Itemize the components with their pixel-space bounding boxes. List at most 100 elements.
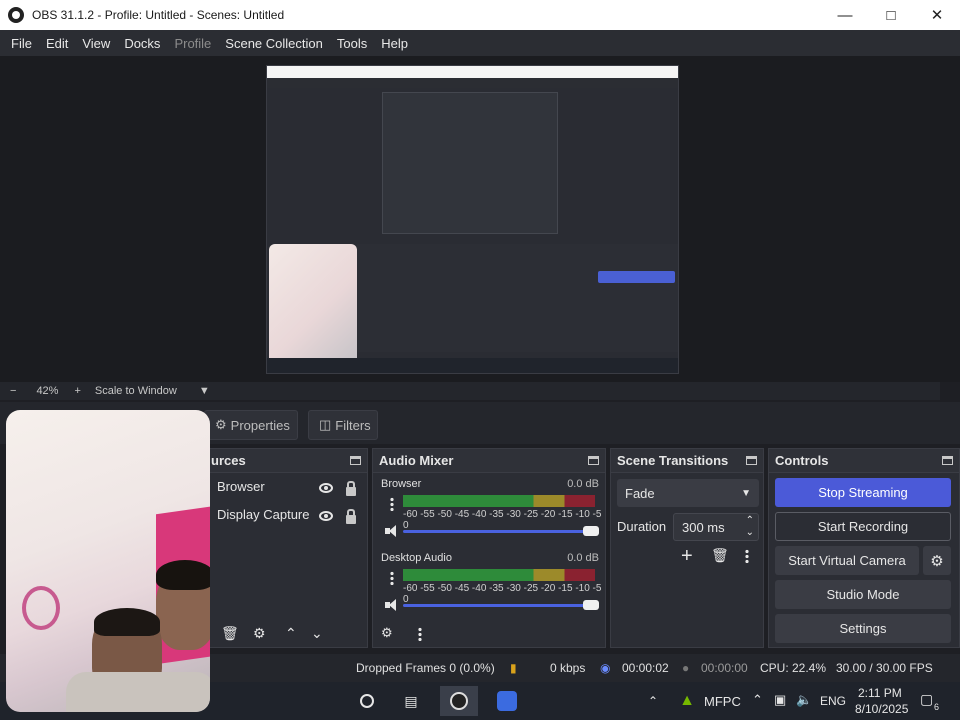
- clock-date[interactable]: 8/10/2025: [855, 702, 908, 716]
- chevron-up-icon[interactable]: ⌃: [746, 515, 754, 526]
- add-transition-icon[interactable]: +: [681, 545, 693, 568]
- signal-strength-icon: ▮: [510, 661, 517, 675]
- menu-file[interactable]: File: [4, 36, 39, 51]
- settings-button[interactable]: Settings: [775, 614, 951, 643]
- filters-button[interactable]: ◫ Filters: [308, 410, 378, 440]
- transition-menu-icon[interactable]: [745, 549, 749, 563]
- mixer-menu-icon[interactable]: [418, 627, 422, 641]
- webcam-overlay: [6, 410, 210, 712]
- fps: 30.00 / 30.00 FPS: [836, 661, 933, 675]
- menu-tools[interactable]: Tools: [330, 36, 374, 51]
- clock-time[interactable]: 2:11 PM: [858, 686, 902, 700]
- lock-icon[interactable]: [346, 509, 356, 524]
- meter-scale: -60 -55 -50 -45 -40 -35 -30 -25 -20 -15 …: [403, 509, 602, 531]
- language-indicator[interactable]: ENG: [820, 694, 846, 708]
- gear-icon[interactable]: ⚙: [253, 625, 266, 642]
- float-dock-icon[interactable]: [588, 456, 599, 465]
- obs-logo-icon: [8, 7, 24, 23]
- zoom-level: 42%: [36, 385, 59, 397]
- menu-docks[interactable]: Docks: [117, 36, 167, 51]
- stream-time: 00:00:02: [622, 661, 669, 675]
- zoom-out-button[interactable]: −: [10, 385, 16, 397]
- maximize-button[interactable]: □: [868, 0, 914, 30]
- sources-title: urces: [211, 453, 246, 468]
- source-item[interactable]: Display Capture: [217, 507, 310, 522]
- scale-mode[interactable]: Scale to Window: [95, 385, 177, 397]
- nvidia-icon[interactable]: ▲: [674, 689, 700, 713]
- preview-area[interactable]: [0, 56, 960, 382]
- move-up-icon[interactable]: ⌃: [285, 625, 297, 642]
- obs-taskbar-icon[interactable]: [440, 686, 478, 716]
- menu-help[interactable]: Help: [374, 36, 415, 51]
- lock-icon[interactable]: [346, 481, 356, 496]
- menu-scene-collection[interactable]: Scene Collection: [218, 36, 330, 51]
- mute-speaker-icon[interactable]: [385, 599, 399, 611]
- start-recording-button[interactable]: Start Recording: [775, 512, 951, 541]
- cpu-usage: CPU: 22.4%: [760, 661, 827, 675]
- mixer-track-name: Desktop Audio: [381, 552, 452, 564]
- audio-mixer-panel: Audio Mixer Browser 0.0 dB -60 -55 -50 -…: [372, 448, 606, 648]
- stop-streaming-button[interactable]: Stop Streaming: [775, 478, 951, 507]
- show-hidden-icons-icon[interactable]: ⌃: [640, 689, 666, 713]
- float-dock-icon[interactable]: [942, 456, 953, 465]
- track-menu-icon[interactable]: [390, 497, 394, 511]
- properties-button[interactable]: ⚙ Properties: [204, 410, 298, 440]
- volume-slider[interactable]: [403, 530, 593, 533]
- trash-icon[interactable]: 🗑: [711, 547, 729, 564]
- filter-icon: ◫: [319, 417, 332, 432]
- volume-slider-handle[interactable]: [583, 600, 599, 610]
- mute-speaker-icon[interactable]: [385, 525, 399, 537]
- close-button[interactable]: ✕: [914, 0, 960, 30]
- volume-slider-handle[interactable]: [583, 526, 599, 536]
- visibility-eye-icon[interactable]: [319, 483, 333, 493]
- scene-transitions-panel: Scene Transitions Fade ▼ Duration 300 ms…: [610, 448, 764, 648]
- float-dock-icon[interactable]: [350, 456, 361, 465]
- audio-mixer-title: Audio Mixer: [379, 453, 454, 468]
- notifications-count: 6: [934, 702, 940, 712]
- window-titlebar: OBS 31.1.2 - Profile: Untitled - Scenes:…: [0, 0, 960, 30]
- scale-mode-dropdown-icon[interactable]: ▼: [199, 385, 210, 397]
- menu-edit[interactable]: Edit: [39, 36, 75, 51]
- trash-icon[interactable]: 🗑: [221, 625, 239, 642]
- chevron-down-icon[interactable]: ⌄: [746, 527, 754, 538]
- app-taskbar-icon[interactable]: [494, 689, 520, 713]
- window-title: OBS 31.1.2 - Profile: Untitled - Scenes:…: [32, 8, 285, 22]
- preview-canvas[interactable]: [266, 65, 679, 374]
- network-icon[interactable]: ▣: [774, 692, 786, 708]
- start-virtual-camera-button[interactable]: Start Virtual Camera: [775, 546, 919, 575]
- nested-webcam: [269, 244, 357, 372]
- search-circle-icon[interactable]: [354, 689, 380, 713]
- volume-slider[interactable]: [403, 604, 593, 607]
- menu-bar: File Edit View Docks Profile Scene Colle…: [0, 30, 960, 56]
- stream-status-icon: ◉: [600, 661, 611, 675]
- controls-panel: Controls Stop Streaming Start Recording …: [768, 448, 960, 648]
- nested-preview: [382, 92, 558, 234]
- transition-select[interactable]: Fade ▼: [617, 479, 759, 507]
- visibility-eye-icon[interactable]: [319, 511, 333, 521]
- move-down-icon[interactable]: ⌄: [311, 625, 323, 642]
- task-view-icon[interactable]: ▤: [398, 689, 424, 713]
- zoom-in-button[interactable]: +: [74, 385, 80, 397]
- audio-meter: [403, 575, 595, 581]
- mixer-track-db: 0.0 dB: [567, 552, 599, 564]
- float-dock-icon[interactable]: [746, 456, 757, 465]
- volume-icon[interactable]: 🔈: [796, 692, 812, 708]
- advanced-audio-gear-icon[interactable]: ⚙: [381, 625, 393, 641]
- menu-view[interactable]: View: [75, 36, 117, 51]
- bitrate: 0 kbps: [550, 661, 586, 675]
- duration-stepper[interactable]: 300 ms ⌃ ⌄: [673, 513, 759, 541]
- studio-mode-button[interactable]: Studio Mode: [775, 580, 951, 609]
- sources-panel: urces Browser Display Capture 🗑 ⚙ ⌃ ⌄: [196, 448, 368, 648]
- network-label[interactable]: MFPC: [704, 694, 741, 709]
- menu-profile[interactable]: Profile: [167, 36, 218, 51]
- tray-chevron-icon[interactable]: ⌃: [752, 692, 763, 708]
- virtual-camera-settings-gear-icon[interactable]: ⚙: [923, 546, 951, 575]
- track-menu-icon[interactable]: [390, 571, 394, 585]
- mixer-track-db: 0.0 dB: [567, 478, 599, 490]
- notifications-icon[interactable]: ▢: [920, 691, 933, 708]
- minimize-button[interactable]: —: [822, 0, 868, 30]
- source-item[interactable]: Browser: [217, 479, 265, 494]
- dropped-frames: Dropped Frames 0 (0.0%): [356, 661, 495, 675]
- preview-zoom-bar: − 42% + Scale to Window ▼: [0, 382, 940, 400]
- mixer-track-name: Browser: [381, 478, 422, 490]
